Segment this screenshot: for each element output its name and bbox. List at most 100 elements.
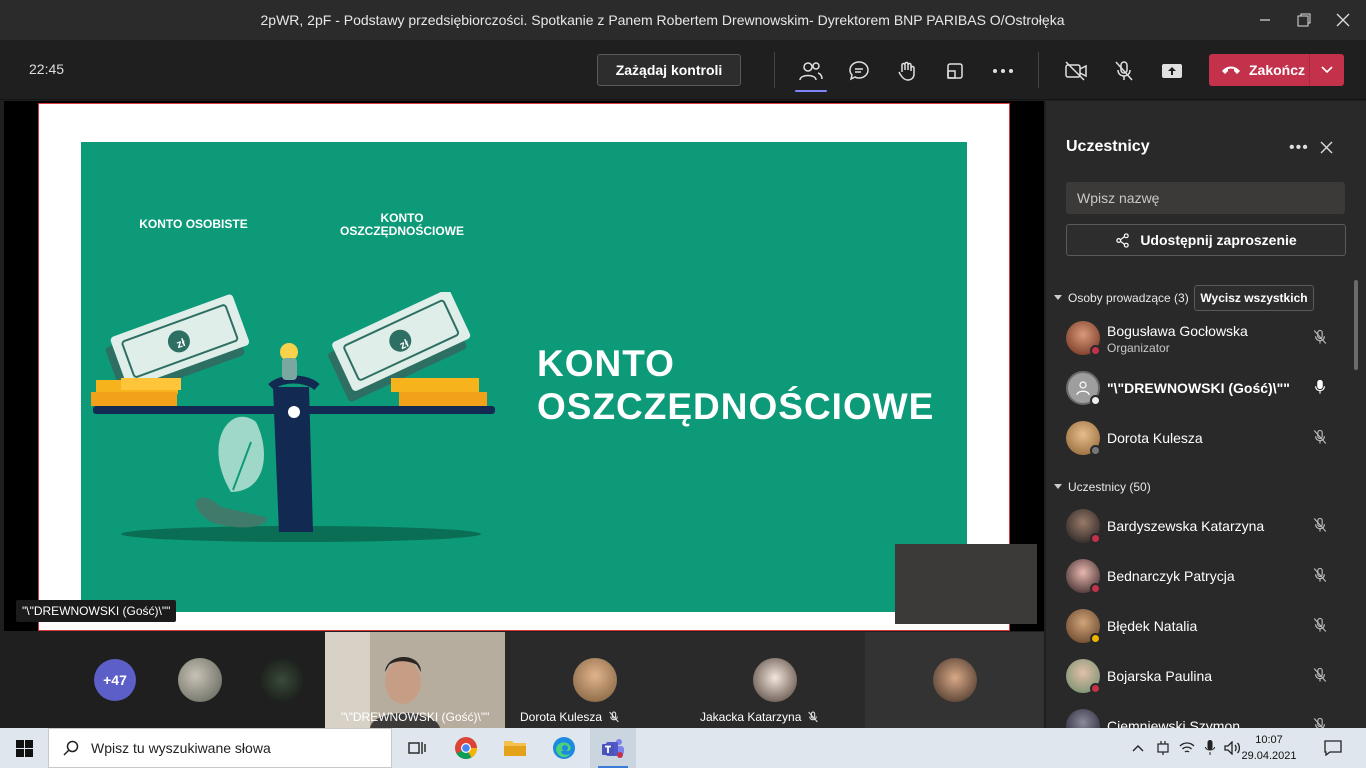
wifi-icon[interactable] (1176, 728, 1198, 768)
taskbar-clock[interactable]: 10:07 29.04.2021 (1240, 732, 1298, 764)
participant-row[interactable]: Bednarczyk Patrycja (1046, 551, 1352, 601)
video-tile[interactable] (865, 632, 1044, 728)
participant-role: Organizator (1107, 341, 1170, 355)
microphone-off-icon[interactable] (1109, 56, 1139, 86)
more-participants-button[interactable]: +47 (94, 659, 136, 701)
view-mode-icon[interactable] (940, 56, 970, 86)
taskbar-time: 10:07 (1255, 734, 1283, 746)
share-screen-icon[interactable] (1157, 56, 1187, 86)
teams-icon[interactable] (590, 728, 636, 768)
chevron-down-icon[interactable] (1310, 54, 1344, 86)
edge-icon[interactable] (541, 728, 587, 768)
avatar (1066, 709, 1100, 728)
share-invite-label: Udostępnij zaproszenie (1140, 232, 1297, 248)
video-tile-jakacka-katarzyna[interactable]: Jakacka Katarzyna (685, 632, 865, 728)
participant-name: Bojarska Paulina (1107, 668, 1213, 684)
status-badge (1090, 583, 1101, 594)
avatar (753, 658, 797, 702)
participant-name: "\"DREWNOWSKI (Gość)\"" (1107, 380, 1290, 396)
participant-row[interactable]: Dorota Kulesza (1046, 413, 1352, 463)
caret-down-icon (1054, 484, 1062, 489)
taskbar-search-placeholder: Wpisz tu wyszukiwane słowa (91, 740, 271, 756)
microphone-off-icon[interactable] (1312, 516, 1328, 539)
microphone-off-icon[interactable] (1312, 666, 1328, 689)
taskbar-search-box[interactable]: Wpisz tu wyszukiwane słowa (48, 728, 392, 768)
presentation-slide: KONTO OSOBISTE KONTO OSZCZĘDNOŚCIOWE zł … (38, 103, 1037, 631)
microphone-off-icon[interactable] (1312, 616, 1328, 639)
participant-row[interactable]: "\"DREWNOWSKI (Gość)\"" (1046, 363, 1352, 413)
slide-label-konto-oszczednosciowe: KONTO OSZCZĘDNOŚCIOWE (339, 211, 464, 238)
chrome-icon[interactable] (443, 728, 489, 768)
panel-scrollbar[interactable] (1354, 280, 1358, 370)
participant-row[interactable]: Bogusława Gocłowska Organizator (1046, 313, 1352, 363)
end-call-button[interactable]: Zakończ (1209, 54, 1344, 86)
request-control-button[interactable]: Zażądaj kontroli (597, 54, 741, 86)
meeting-controls-bar: 22:45 Zażądaj kontroli Zakończ (0, 40, 1366, 100)
share-invite-button[interactable]: Udostępnij zaproszenie (1066, 224, 1346, 256)
participant-name: Ciemniewski Szymon (1107, 718, 1241, 728)
minimize-button[interactable] (1245, 0, 1284, 40)
status-badge (1090, 445, 1101, 456)
participant-row[interactable]: Bardyszewska Katarzyna (1046, 501, 1352, 551)
microphone-icon[interactable] (1200, 728, 1220, 768)
windows-start-icon[interactable] (0, 728, 48, 768)
avatar[interactable] (178, 658, 222, 702)
end-call-main[interactable]: Zakończ (1209, 54, 1310, 86)
avatar (933, 658, 977, 702)
participant-row[interactable]: Ciemniewski Szymon (1046, 701, 1352, 728)
participant-name: Błędek Natalia (1107, 618, 1198, 634)
search-icon (63, 740, 79, 756)
task-view-icon[interactable] (394, 728, 440, 768)
avatar[interactable] (260, 658, 304, 702)
participants-icon[interactable] (795, 56, 827, 92)
participant-row[interactable]: Bojarska Paulina (1046, 651, 1352, 701)
raise-hand-icon[interactable] (892, 56, 922, 86)
tile-name: Jakacka Katarzyna (700, 710, 802, 724)
close-icon[interactable] (1320, 141, 1333, 159)
microphone-off-icon[interactable] (1312, 716, 1328, 728)
video-tile-dorota-kulesza[interactable]: Dorota Kulesza (505, 632, 685, 728)
slide-title: KONTO OSZCZĘDNOŚCIOWE (537, 342, 937, 428)
presenters-section-toggle[interactable]: Osoby prowadzące (3) (1054, 291, 1189, 305)
microphone-off-icon[interactable] (1312, 328, 1328, 351)
file-explorer-icon[interactable] (492, 728, 538, 768)
maximize-button[interactable] (1284, 0, 1323, 40)
shared-content-stage: KONTO OSOBISTE KONTO OSZCZĘDNOŚCIOWE zł … (4, 101, 1044, 631)
self-view-video[interactable] (895, 544, 1037, 624)
chevron-up-icon[interactable] (1128, 728, 1148, 768)
panel-more-icon[interactable]: ••• (1289, 139, 1309, 157)
participant-name: Dorota Kulesza (1107, 430, 1203, 446)
microphone-off-icon[interactable] (1312, 566, 1328, 589)
more-options-icon[interactable] (988, 56, 1018, 86)
participant-strip: +47 "\"DREWNOWSKI (Gość)\"" Dorota Kules… (0, 631, 1044, 728)
tile-name-row: Jakacka Katarzyna (700, 710, 819, 724)
microphone-off-icon (609, 711, 619, 723)
chat-icon[interactable] (844, 56, 874, 86)
status-badge (1090, 683, 1101, 694)
microphone-icon[interactable] (1312, 378, 1328, 401)
presenter-name-tag: "\"DREWNOWSKI (Gość)\"" (16, 600, 177, 622)
participant-search-input[interactable] (1066, 182, 1345, 214)
presenters-section-label: Osoby prowadzące (3) (1068, 291, 1189, 305)
video-tile-drewnowski[interactable]: "\"DREWNOWSKI (Gość)\"" (325, 632, 505, 728)
slide-canvas: KONTO OSOBISTE KONTO OSZCZĘDNOŚCIOWE zł … (81, 142, 967, 612)
attendees-section-toggle[interactable]: Uczestnicy (50) (1054, 480, 1151, 494)
toolbar-divider (1038, 52, 1039, 88)
device-icon[interactable] (1152, 728, 1174, 768)
attendees-section-label: Uczestnicy (50) (1068, 480, 1151, 494)
end-call-label: Zakończ (1249, 62, 1306, 78)
meeting-timer: 22:45 (29, 61, 65, 77)
slide-label-konto-osobiste: KONTO OSOBISTE (139, 217, 248, 231)
microphone-off-icon[interactable] (1312, 428, 1328, 451)
panel-title: Uczestnicy (1066, 138, 1150, 155)
slide-title-text: KONTO OSZCZĘDNOŚCIOWE (537, 343, 935, 427)
camera-off-icon[interactable] (1061, 56, 1091, 86)
close-window-button[interactable] (1323, 0, 1362, 40)
windows-taskbar: Wpisz tu wyszukiwane słowa 10:07 29.04.2… (0, 728, 1366, 768)
guest-avatar-icon (1076, 381, 1090, 396)
notifications-icon[interactable] (1320, 728, 1346, 768)
status-badge (1090, 345, 1101, 356)
participants-panel: Uczestnicy ••• Udostępnij zaproszenie Os… (1046, 101, 1366, 728)
participant-row[interactable]: Błędek Natalia (1046, 601, 1352, 651)
mute-all-button[interactable]: Wycisz wszystkich (1194, 285, 1314, 311)
